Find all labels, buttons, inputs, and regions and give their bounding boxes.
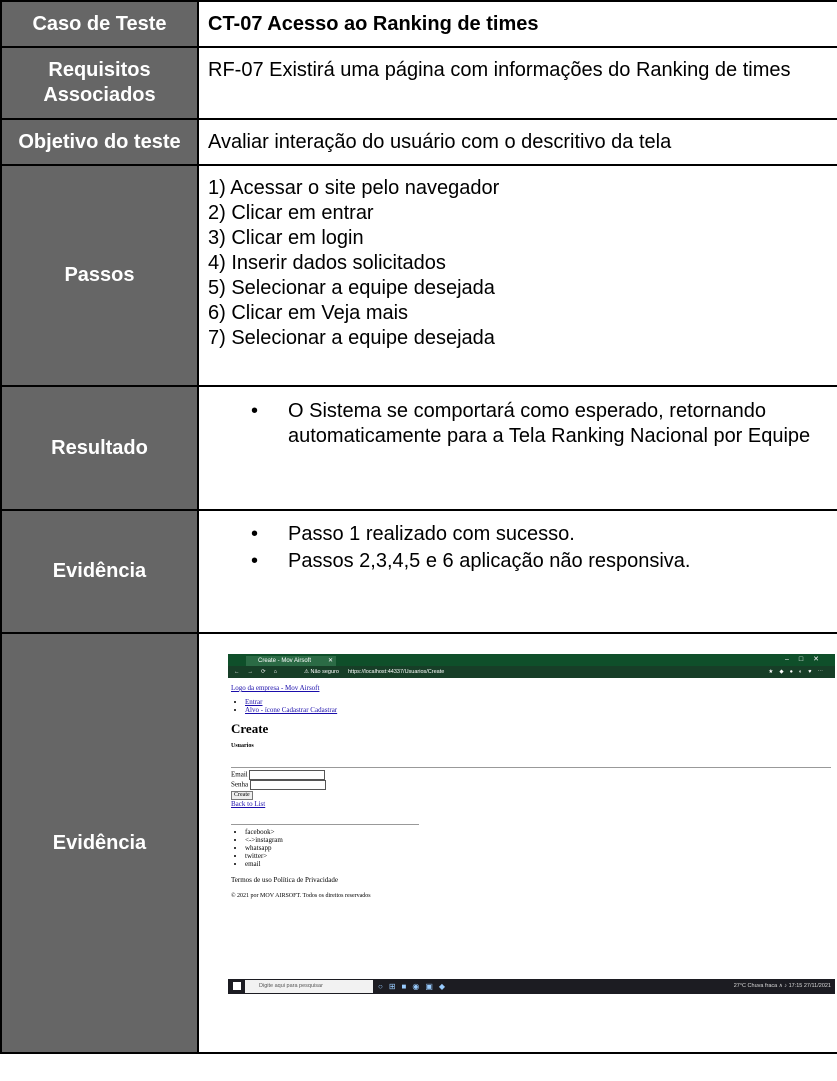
taskbar-app-icons: ○⊞■◉▣◆ (378, 982, 452, 991)
email-label: Email (231, 770, 248, 779)
evidence-screenshot: Create - Mov Airsoft ✕ –□✕ ←→⟳⌂ ⚠ Não seg… (228, 654, 835, 994)
steps-list: 1) Acessar o site pelo navegador 2) Clic… (197, 164, 837, 387)
page-subheading: Usuarios (231, 743, 254, 749)
result-label: Resultado (0, 385, 199, 511)
browser-url: https://localhost:44337/Usuarios/Create (348, 669, 445, 675)
step-item: 7) Selecionar a equipe desejada (208, 327, 495, 349)
evidence-bullet: Passo 1 realizado com sucesso. (251, 522, 837, 547)
evidence-notes: Passo 1 realizado com sucesso. Passos 2,… (197, 509, 837, 634)
evidence-screenshot-label: Evidência (0, 632, 199, 1054)
windows-start-icon (233, 982, 241, 990)
logo-link: Logo da empresa - Mov Airsoft (231, 684, 320, 692)
nav-link-cadastrar: Alvo - ícone Cadastrar Cadastrar (245, 706, 338, 714)
back-to-list-link: Back to List (231, 800, 266, 808)
result-value: O Sistema se comportará como esperado, r… (197, 385, 837, 511)
evidence-bullet: Passos 2,3,4,5 e 6 aplicação não respons… (251, 549, 837, 574)
steps-label: Passos (0, 164, 199, 387)
social-item: facebook> (245, 828, 371, 836)
footer-divider (231, 824, 419, 825)
social-item: whatsapp (245, 844, 371, 852)
email-field (249, 770, 326, 780)
browser-nav-icons: ←→⟳⌂ (234, 669, 285, 675)
windows-taskbar: Digite aqui para pesquisar ○⊞■◉▣◆ 27°C C… (228, 979, 835, 994)
case-label: Caso de Teste (0, 0, 199, 48)
step-item: 6) Clicar em Veja mais (208, 302, 409, 324)
step-item: 5) Selecionar a equipe desejada (208, 277, 495, 299)
step-item: 3) Clicar em login (208, 227, 364, 249)
create-button: Create (231, 791, 253, 800)
window-controls: –□✕ (785, 656, 829, 663)
step-item: 4) Inserir dados solicitados (208, 252, 446, 274)
password-field (249, 780, 326, 790)
page-content: Logo da empresa - Mov Airsoft Entrar Alv… (231, 684, 371, 900)
requirements-label: Requisitos Associados (0, 46, 199, 120)
step-item: 1) Acessar o site pelo navegador (208, 177, 500, 199)
browser-extension-icons: ★◆●◐♥⋯ (768, 669, 829, 675)
browser-tab: Create - Mov Airsoft ✕ (246, 656, 336, 666)
step-item: 2) Clicar em entrar (208, 202, 374, 224)
social-item: <->instagram (245, 836, 371, 844)
password-label: Senha (231, 780, 249, 789)
not-secure-indicator: ⚠ Não seguro (304, 669, 339, 675)
page-divider (231, 767, 831, 768)
browser-address-bar: ←→⟳⌂ ⚠ Não seguro https://localhost:4433… (228, 666, 835, 678)
copyright-text: © 2021 por MOV AIRSOFT. Todos os direito… (231, 893, 371, 899)
nav-link-entrar: Entrar (245, 698, 263, 706)
result-bullet: O Sistema se comportará como esperado, r… (251, 399, 837, 449)
taskbar-search: Digite aqui para pesquisar (245, 980, 373, 993)
terms-text: Termos de uso Política de Privacidade (231, 876, 339, 884)
objective-label: Objetivo do teste (0, 118, 199, 166)
requirements-value: RF-07 Existirá uma página com informaçõe… (197, 46, 837, 120)
objective-value: Avaliar interação do usuário com o descr… (197, 118, 837, 166)
close-tab-icon: ✕ (327, 658, 333, 664)
social-item: email (245, 860, 371, 868)
social-item: twitter> (245, 852, 371, 860)
browser-tab-bar: Create - Mov Airsoft ✕ –□✕ (228, 654, 835, 666)
case-value: CT-07 Acesso ao Ranking de times (197, 0, 837, 48)
system-tray: 27°C Chuva fraca ∧ ♪ 17:15 27/11/2021 (733, 983, 831, 989)
page-heading: Create (231, 721, 269, 736)
evidence-label: Evidência (0, 509, 199, 634)
requirements-label-text: Requisitos Associados (43, 59, 156, 106)
